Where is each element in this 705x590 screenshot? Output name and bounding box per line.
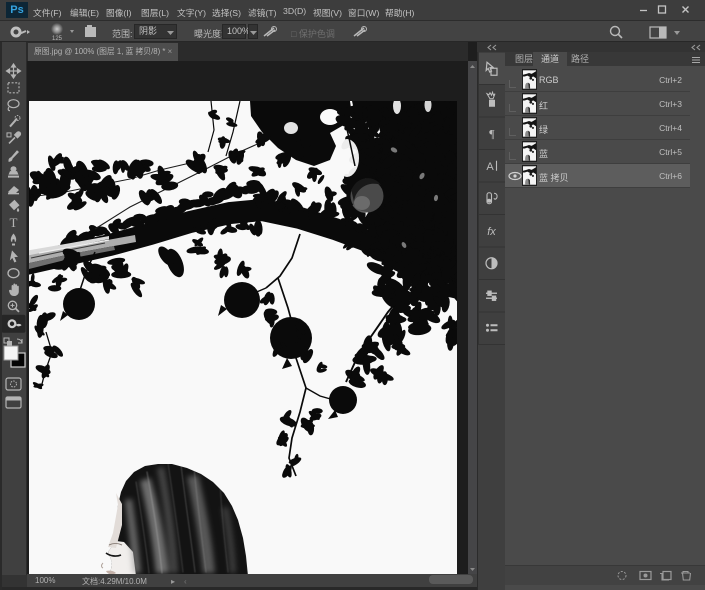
svg-text:fx: fx bbox=[487, 226, 496, 238]
svg-text:T: T bbox=[10, 215, 18, 230]
svg-text:¶: ¶ bbox=[489, 126, 495, 140]
svg-text:A: A bbox=[486, 161, 494, 173]
